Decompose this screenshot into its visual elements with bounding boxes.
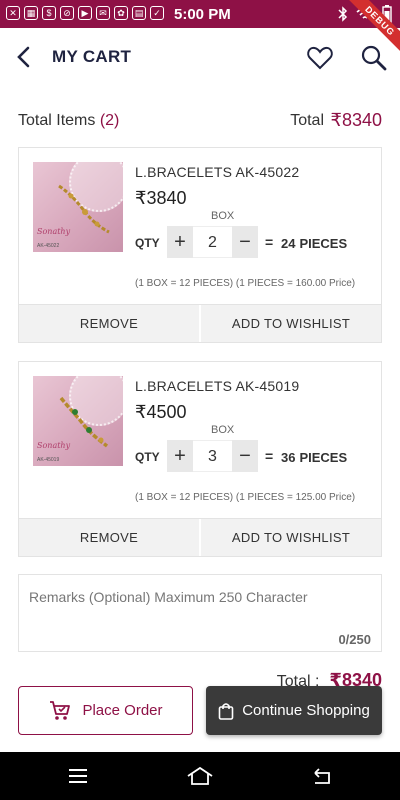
cart-item-card: Sonathy AK-45022 L.BRACELETS AK-45022 ₹3…	[18, 147, 382, 343]
notification-icon: ⊘	[60, 6, 74, 20]
cart-item-card: Sonathy AK-45019 L.BRACELETS AK-45019 ₹4…	[18, 361, 382, 557]
notification-icon: ✉	[96, 6, 110, 20]
notification-icon: ✿	[114, 6, 128, 20]
quantity-value[interactable]: 3	[193, 440, 232, 472]
remarks-field[interactable]: Remarks (Optional) Maximum 250 Character…	[18, 574, 382, 652]
notification-icon: ▶	[78, 6, 92, 20]
equals-sign: =	[265, 448, 274, 464]
home-icon[interactable]	[186, 765, 214, 787]
product-image[interactable]: Sonathy AK-45022	[33, 162, 123, 252]
quantity-value[interactable]: 2	[193, 226, 232, 258]
equals-sign: =	[265, 234, 274, 250]
card-actions: REMOVE ADD TO WISHLIST	[19, 304, 381, 342]
notification-icon: ▤	[132, 6, 146, 20]
notification-icon: ▦	[24, 6, 38, 20]
product-price: ₹3840	[135, 188, 187, 208]
box-label: BOX	[211, 424, 235, 436]
back-arrow-icon[interactable]	[12, 44, 38, 70]
qty-label: QTY	[135, 236, 160, 250]
total-items-count: (2)	[99, 112, 120, 129]
remarks-placeholder: Remarks (Optional) Maximum 250 Character	[29, 589, 308, 605]
place-order-label: Place Order	[82, 702, 163, 719]
box-label: BOX	[211, 210, 235, 222]
continue-shopping-label: Continue Shopping	[242, 702, 370, 719]
thumb-code: AK-45022	[37, 243, 60, 249]
menu-icon[interactable]	[66, 765, 90, 787]
thumb-brand: Sonathy	[37, 441, 71, 450]
status-bar: ✕ ▦ $ ⊘ ▶ ✉ ✿ ▤ ✓ 5:00 PM	[0, 0, 400, 28]
cart-summary: Total Items (2) Total ₹8340	[18, 110, 382, 134]
pieces-total: 24 PIECES	[281, 236, 347, 251]
remove-button[interactable]: REMOVE	[19, 305, 199, 342]
product-price: ₹4500	[135, 402, 187, 422]
continue-shopping-button[interactable]: Continue Shopping	[206, 686, 382, 735]
notification-icon: $	[42, 6, 56, 20]
notification-icon: ✕	[6, 6, 20, 20]
conversion-note: (1 BOX = 12 PIECES) (1 PIECES = 160.00 P…	[135, 278, 356, 289]
total-items-text: Total Items (2)	[18, 112, 119, 130]
pieces-unit: PIECES	[299, 450, 348, 465]
bluetooth-icon	[338, 6, 348, 22]
product-name: L.BRACELETS AK-45019	[135, 378, 300, 394]
heart-icon[interactable]	[306, 44, 334, 72]
place-order-button[interactable]: Place Order	[18, 686, 193, 735]
decrease-qty-button[interactable]: −	[232, 226, 258, 258]
page-title: MY CART	[52, 47, 132, 66]
notification-icons: ✕ ▦ $ ⊘ ▶ ✉ ✿ ▤ ✓	[6, 6, 164, 20]
increase-qty-button[interactable]: +	[167, 440, 193, 472]
increase-qty-button[interactable]: +	[167, 226, 193, 258]
total-label: Total	[290, 112, 324, 129]
card-actions: REMOVE ADD TO WISHLIST	[19, 518, 381, 556]
pieces-unit: PIECES	[299, 236, 348, 251]
pieces-count: 36	[281, 450, 296, 465]
product-name: L.BRACELETS AK-45022	[135, 164, 300, 180]
cart-icon	[50, 700, 71, 720]
total-items-label: Total Items	[18, 112, 96, 129]
thumb-code: AK-45019	[37, 457, 60, 463]
notification-icon: ✓	[150, 6, 164, 20]
remove-button[interactable]: REMOVE	[19, 519, 199, 556]
qty-label: QTY	[135, 450, 160, 464]
app-header: MY CART	[0, 28, 400, 86]
remarks-counter: 0/250	[338, 632, 371, 647]
thumb-brand: Sonathy	[37, 227, 71, 236]
product-image[interactable]: Sonathy AK-45019	[33, 376, 123, 466]
total-value: ₹8340	[330, 110, 383, 130]
conversion-note: (1 BOX = 12 PIECES) (1 PIECES = 125.00 P…	[135, 492, 356, 503]
back-icon[interactable]	[310, 765, 334, 787]
pieces-total: 36 PIECES	[281, 450, 347, 465]
pieces-count: 24	[281, 236, 296, 251]
search-icon[interactable]	[360, 44, 388, 72]
status-time: 5:00 PM	[174, 6, 231, 23]
add-to-wishlist-button[interactable]: ADD TO WISHLIST	[199, 305, 381, 342]
add-to-wishlist-button[interactable]: ADD TO WISHLIST	[199, 519, 381, 556]
system-nav-bar	[0, 752, 400, 800]
decrease-qty-button[interactable]: −	[232, 440, 258, 472]
shopping-bag-icon	[218, 702, 234, 720]
